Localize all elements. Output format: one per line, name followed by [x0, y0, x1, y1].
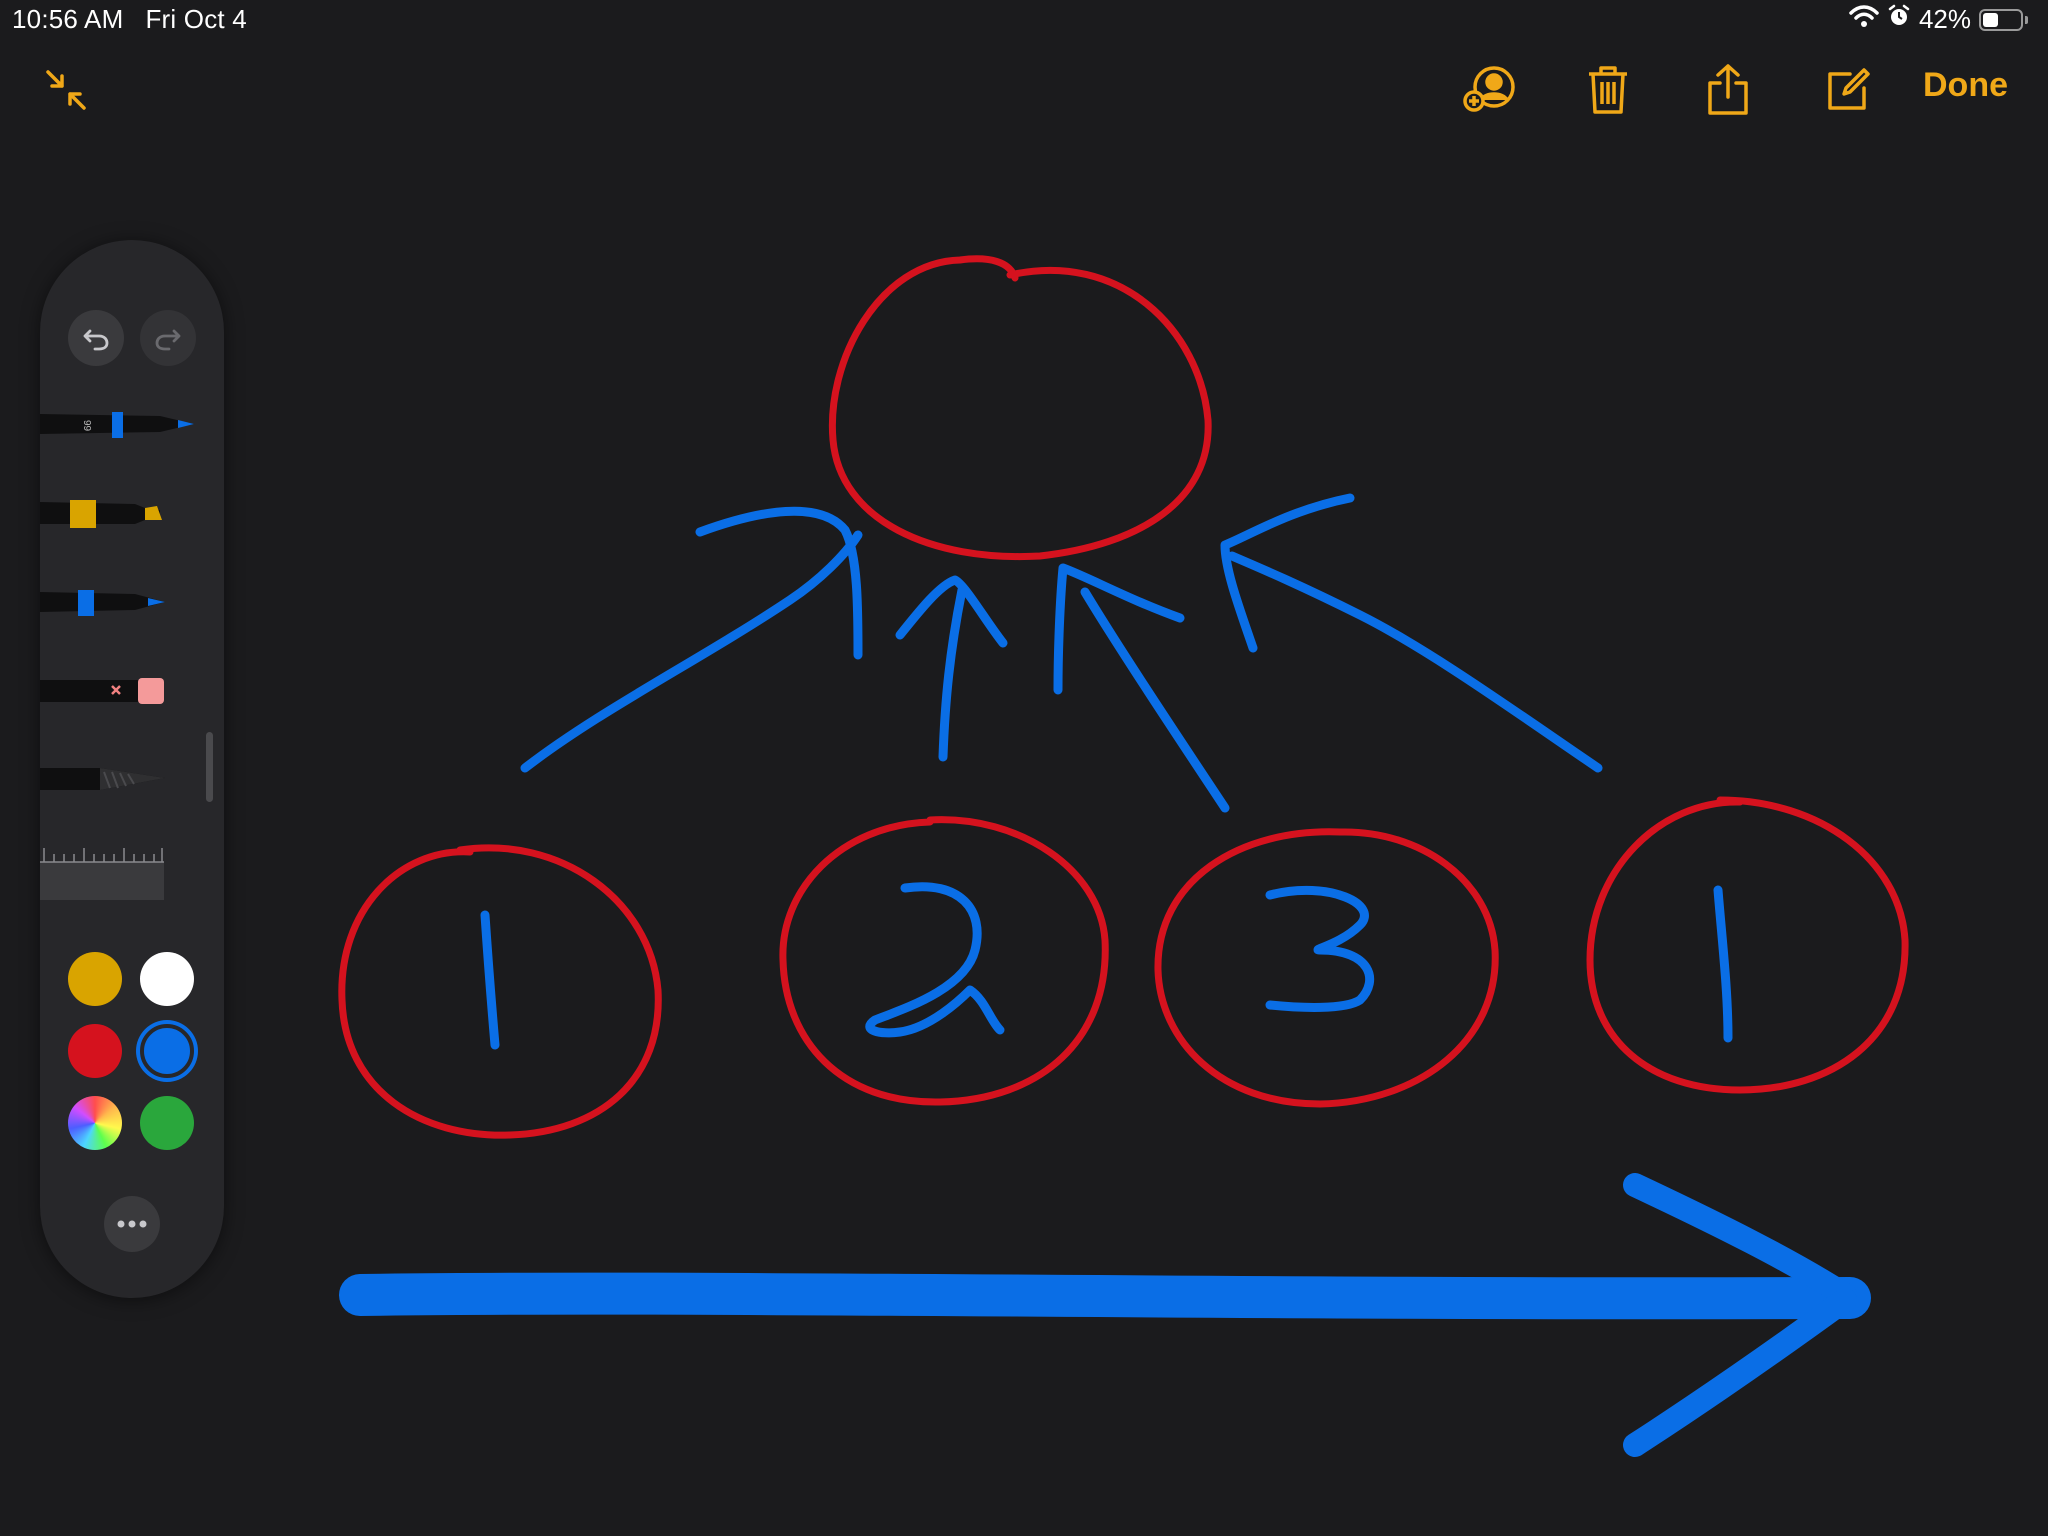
color-swatch-red[interactable] [68, 1024, 122, 1078]
status-date: Fri Oct 4 [145, 4, 247, 34]
status-bar-right: 42% [1849, 4, 2028, 35]
drawing-canvas[interactable] [0, 0, 2048, 1536]
timeline-arrow-shaft [339, 1272, 1871, 1320]
top-circle-stroke [828, 255, 1212, 561]
eraser-tool[interactable] [40, 672, 200, 712]
circle-2-stroke [779, 816, 1109, 1106]
redo-button[interactable] [140, 310, 196, 366]
palette-scroll-indicator[interactable] [206, 732, 213, 802]
battery-tip [2025, 15, 2028, 24]
tool-palette: 99 [40, 240, 224, 1298]
more-options-button[interactable] [104, 1196, 160, 1252]
color-swatch-white[interactable] [140, 952, 194, 1006]
arrow-4-stroke [1220, 493, 1603, 773]
digit-3 [1265, 885, 1374, 1012]
status-time: 10:56 AM [12, 4, 124, 34]
share-icon[interactable] [1700, 62, 1756, 118]
digit-1-right [1713, 885, 1733, 1043]
redo-icon [155, 329, 181, 351]
undo-button[interactable] [68, 310, 124, 366]
minimize-icon[interactable] [38, 62, 94, 118]
compose-icon[interactable] [1820, 62, 1876, 118]
status-bar-left: 10:56 AM Fri Oct 4 [12, 4, 247, 35]
color-swatch-yellow[interactable] [68, 952, 122, 1006]
circle-3-stroke [1154, 828, 1499, 1108]
alarm-icon [1887, 4, 1911, 35]
wifi-icon [1849, 4, 1879, 35]
timeline-arrow-head-bottom [1623, 1288, 1857, 1457]
color-swatch-green[interactable] [140, 1096, 194, 1150]
digit-2 [865, 882, 1005, 1038]
monoline-pen-tool[interactable]: 99 [40, 406, 200, 446]
battery-fill [1983, 12, 1998, 27]
pencil-tool[interactable] [40, 760, 200, 800]
undo-icon [83, 329, 109, 351]
ruler-tool[interactable] [40, 844, 200, 900]
arrow-2-stroke [895, 575, 1008, 762]
arrow-3-stroke [1053, 563, 1230, 813]
color-picker-wheel[interactable] [68, 1096, 122, 1150]
trash-icon[interactable] [1580, 62, 1636, 118]
collaborate-icon[interactable] [1462, 62, 1518, 118]
ellipsis-icon [117, 1220, 147, 1228]
digit-1-left [480, 910, 500, 1050]
pen-size-label: 99 [81, 420, 92, 432]
circle-1-stroke [338, 844, 662, 1139]
color-swatch-blue-selected[interactable] [140, 1024, 194, 1078]
battery-icon [1979, 8, 2023, 31]
highlighter-tool[interactable] [40, 494, 200, 534]
screen: 10:56 AM Fri Oct 4 42% Done 99 [0, 0, 2048, 1536]
battery-percent: 42% [1918, 4, 1971, 34]
circle-4-stroke [1586, 796, 1909, 1094]
pen-tool[interactable] [40, 584, 200, 624]
arrow-1-stroke [520, 506, 863, 773]
done-button[interactable]: Done [1923, 66, 2008, 105]
